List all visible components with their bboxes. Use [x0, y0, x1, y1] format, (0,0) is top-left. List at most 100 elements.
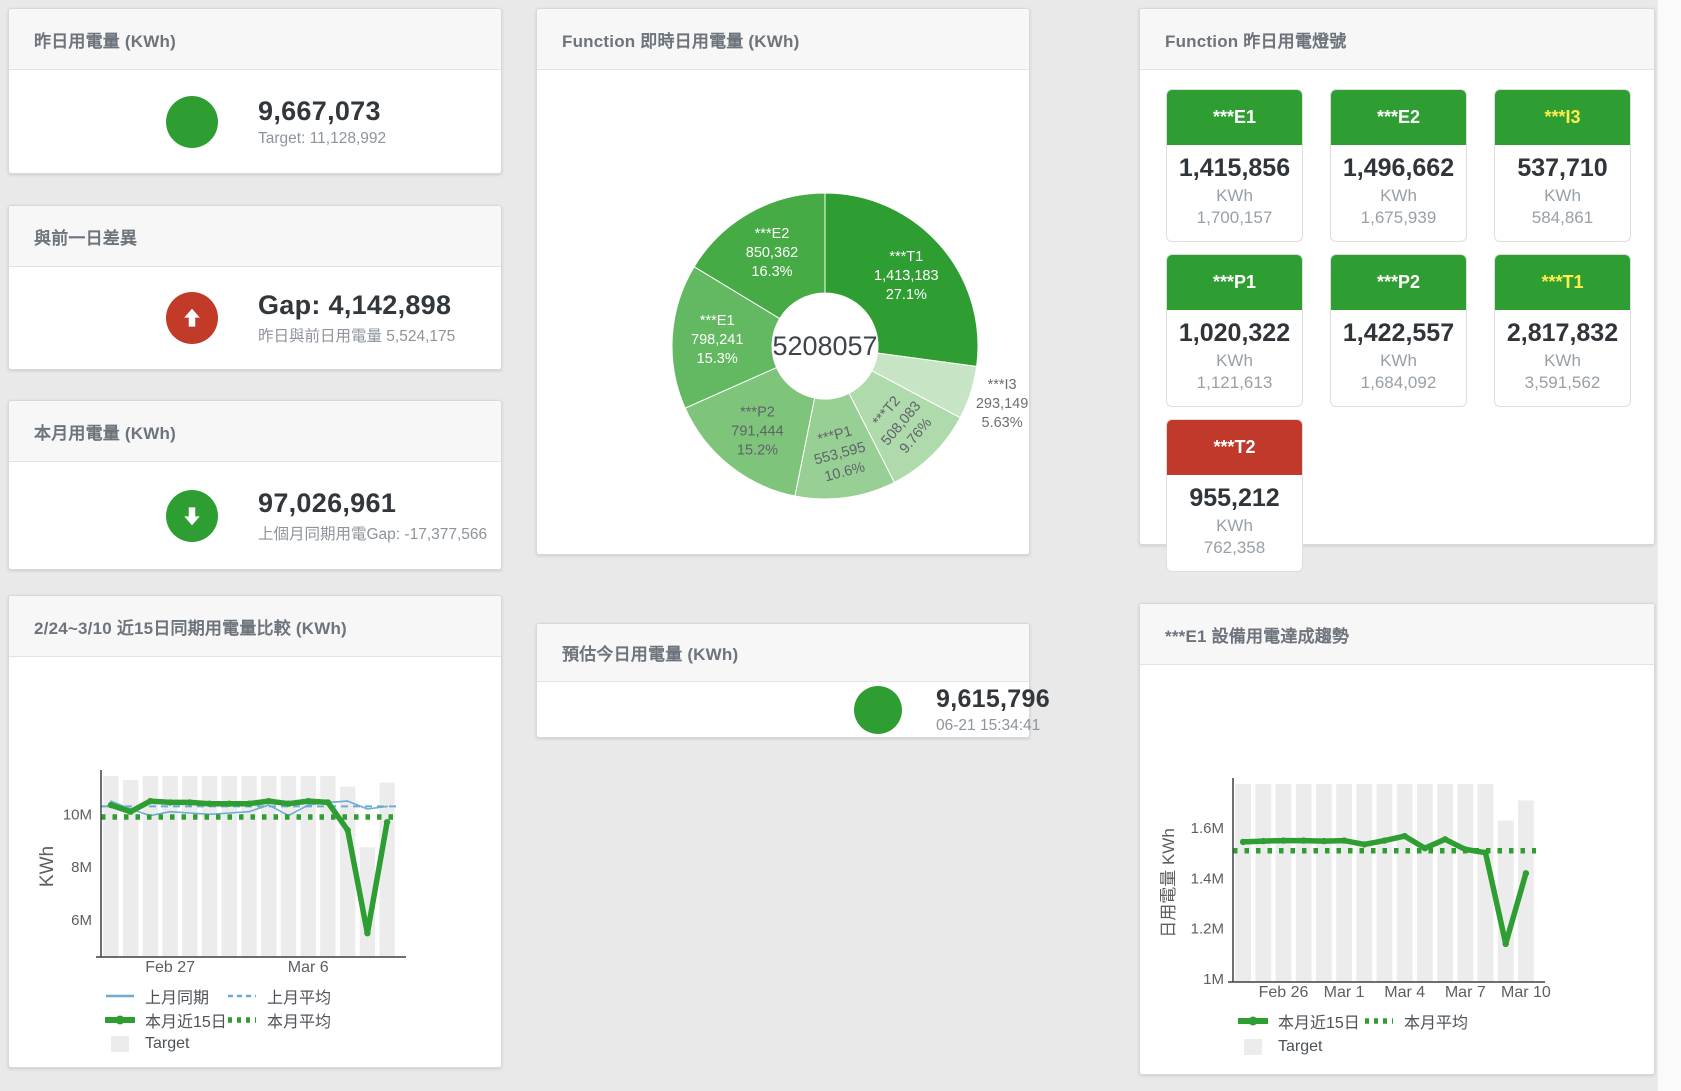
y-axis-label: 日用電量 KWh: [1159, 828, 1178, 938]
series-point: [1442, 836, 1448, 842]
stat-value: Gap: 4,142,898: [258, 290, 455, 321]
panel-title: 本月用電量 (KWh): [34, 419, 176, 444]
scrollbar[interactable]: [1657, 0, 1681, 1091]
stat-subtitle: Target: 11,128,992: [258, 130, 386, 148]
legend-label: 本月近15日: [145, 1008, 227, 1032]
legend-swatch-icon: [105, 1012, 135, 1028]
device-tile-value: 1,020,322: [1169, 319, 1300, 348]
panel-header: 與前一日差異: [9, 206, 501, 267]
series-point: [1482, 850, 1488, 856]
stat-subtitle: 上個月同期用電Gap: -17,377,566: [258, 522, 487, 544]
y-tick-label: 10M: [63, 806, 92, 823]
device-tile-body: 1,496,662KWh1,675,939: [1331, 145, 1466, 241]
device-tile-i3: ***I3537,710KWh584,861: [1494, 89, 1631, 242]
target-bar: [1255, 784, 1271, 982]
panel-title: 昨日用電量 (KWh): [34, 27, 176, 52]
device-tile-body: 1,020,322KWh1,121,613: [1167, 310, 1302, 406]
chart-body: ***T11,413,18327.1%***I3293,1495.63%***T…: [537, 70, 1029, 554]
series-point: [226, 801, 232, 807]
device-tile-header: ***P1: [1167, 255, 1302, 310]
series-point: [1341, 837, 1347, 843]
series-point: [1402, 833, 1408, 839]
stat-value: 97,026,961: [258, 488, 487, 519]
panel-day-gap: 與前一日差異 Gap: 4,142,898 昨日與前日用電量 5,524,175: [8, 205, 502, 370]
device-tile-body: 955,212KWh762,358: [1167, 475, 1302, 571]
y-tick-label: 1.4M: [1191, 870, 1224, 887]
legend-item-this-month[interactable]: 本月近15日: [105, 1008, 227, 1032]
device-tile-value: 1,496,662: [1333, 154, 1464, 183]
device-tile-header: ***E1: [1167, 90, 1302, 145]
device-tile-t1: ***T12,817,832KWh3,591,562: [1494, 254, 1631, 407]
legend-item-target-bars[interactable]: Target: [1238, 1038, 1364, 1056]
target-bar: [1397, 784, 1413, 982]
y-tick-label: 1M: [1203, 971, 1224, 988]
status-circle-icon: [854, 686, 902, 734]
device-tile-value: 1,422,557: [1333, 319, 1464, 348]
legend-item-this-month-avg[interactable]: 本月平均: [1364, 1009, 1490, 1033]
x-tick-label: Mar 7: [1445, 984, 1486, 1001]
legend-row: Target: [105, 1033, 501, 1055]
series-point: [1240, 839, 1246, 845]
device-tile-body: 1,415,856KWh1,700,157: [1167, 145, 1302, 241]
legend-row: Target: [1238, 1035, 1654, 1059]
chart-body: 6M8M10MFeb 27Mar 6KWh 上月同期上月平均本月近15日本月平均…: [9, 657, 501, 1055]
target-bar: [379, 783, 394, 957]
stat-value: 9,667,073: [258, 96, 386, 127]
y-tick-label: 6M: [71, 912, 92, 929]
legend-label: 上月同期: [145, 984, 209, 1008]
series-point: [364, 930, 370, 936]
device-tile-e1: ***E11,415,856KWh1,700,157: [1166, 89, 1303, 242]
panel-header: Function 即時日用電量 (KWh): [537, 9, 1029, 70]
x-tick-label: Feb 27: [145, 959, 195, 976]
series-point: [345, 827, 351, 833]
target-bar: [1316, 784, 1332, 982]
series-point: [266, 798, 272, 804]
series-point: [147, 798, 153, 804]
panel-header: 預估今日用電量 (KWh): [537, 624, 1029, 682]
panel-today-estimate: 預估今日用電量 (KWh) 9,615,796 06-21 15:34:41: [536, 623, 1030, 738]
legend-item-target-bars[interactable]: Target: [105, 1035, 227, 1053]
legend-label: 本月平均: [267, 1008, 331, 1032]
legend-item-this-month[interactable]: 本月近15日: [1238, 1009, 1364, 1033]
device-tile-target: 3,591,562: [1497, 373, 1628, 393]
panel-header: 本月用電量 (KWh): [9, 401, 501, 462]
panel-month-usage: 本月用電量 (KWh) 97,026,961 上個月同期用電Gap: -17,3…: [8, 400, 502, 570]
legend-item-this-month-avg[interactable]: 本月平均: [227, 1008, 349, 1032]
stat-body: Gap: 4,142,898 昨日與前日用電量 5,524,175: [9, 267, 501, 369]
series-point: [1301, 837, 1307, 843]
series-point: [325, 799, 331, 805]
legend-label: Target: [145, 1035, 189, 1053]
y-tick-label: 1.2M: [1191, 921, 1224, 938]
device-tile-header: ***E2: [1331, 90, 1466, 145]
x-tick-label: Feb 26: [1259, 984, 1309, 1001]
legend-swatch-icon: [1238, 1039, 1268, 1055]
panel-realtime-donut: Function 即時日用電量 (KWh) ***T11,413,18327.1…: [536, 8, 1030, 555]
series-point: [1321, 838, 1327, 844]
target-bar: [1356, 784, 1372, 982]
series-point: [1280, 837, 1286, 843]
legend-label: Target: [1278, 1038, 1322, 1056]
device-tile-value: 1,415,856: [1169, 154, 1300, 183]
device-tile-target: 762,358: [1169, 538, 1300, 558]
device-tile-header: ***P2: [1331, 255, 1466, 310]
panel-title: 預估今日用電量 (KWh): [562, 640, 738, 665]
device-tile-e2: ***E21,496,662KWh1,675,939: [1330, 89, 1467, 242]
series-point: [1503, 941, 1509, 947]
device-tile-value: 537,710: [1497, 154, 1628, 183]
legend-item-last-month[interactable]: 上月同期: [105, 984, 227, 1008]
panel-title: 2/24~3/10 近15日同期用電量比較 (KWh): [34, 614, 347, 639]
status-circle-icon: [166, 96, 218, 148]
legend-item-last-month-avg[interactable]: 上月平均: [227, 984, 349, 1008]
stat-body: 97,026,961 上個月同期用電Gap: -17,377,566: [9, 462, 501, 569]
device-tile-header: ***T2: [1167, 420, 1302, 475]
x-tick-label: Mar 6: [288, 959, 329, 976]
device-tile-body: 537,710KWh584,861: [1495, 145, 1630, 241]
legend-swatch-icon: [227, 988, 257, 1004]
device-tile-target: 1,121,613: [1169, 373, 1300, 393]
target-bar: [1437, 784, 1453, 982]
target-bar: [1417, 784, 1433, 982]
stat-body: 9,667,073 Target: 11,128,992: [9, 70, 501, 173]
panel-header: Function 昨日用電燈號: [1140, 9, 1654, 70]
x-tick-label: Mar 1: [1324, 984, 1365, 1001]
chart-body: 1M1.2M1.4M1.6MFeb 26Mar 1Mar 4Mar 7Mar 1…: [1140, 665, 1654, 1059]
